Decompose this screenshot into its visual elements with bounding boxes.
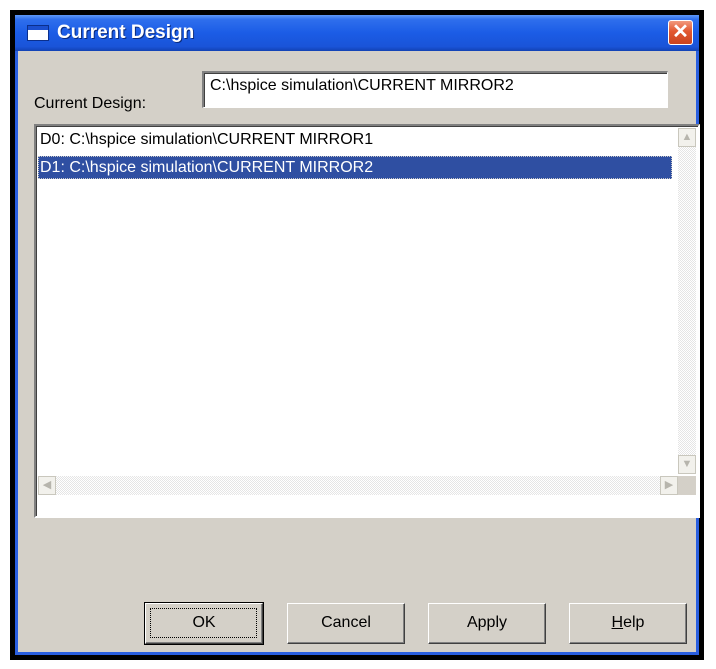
- window-frame: Current Design ✕ Current Design: C:\hspi…: [10, 10, 704, 660]
- current-design-dialog: Current Design ✕ Current Design: C:\hspi…: [15, 15, 700, 655]
- list-item-d0[interactable]: D0: C:\hspice simulation\CURRENT MIRROR1: [38, 128, 672, 151]
- title-bar[interactable]: Current Design ✕: [15, 15, 699, 51]
- focus-rect: [150, 608, 257, 638]
- help-button[interactable]: Help: [569, 603, 687, 644]
- window-title: Current Design: [57, 22, 195, 43]
- apply-label: Apply: [466, 614, 508, 631]
- close-icon: ✕: [672, 21, 689, 43]
- window-icon: [27, 25, 49, 41]
- arrow-right-icon: ▶: [664, 479, 674, 491]
- help-mnemonic: H: [611, 614, 624, 631]
- cancel-label: Cancel: [321, 614, 371, 631]
- scroll-left-button[interactable]: ◀: [38, 476, 56, 495]
- list-item-d1[interactable]: D1: C:\hspice simulation\CURRENT MIRROR2: [38, 156, 672, 179]
- current-design-label: Current Design:: [34, 95, 147, 112]
- cancel-button[interactable]: Cancel: [287, 603, 405, 644]
- arrow-down-icon: ▼: [681, 458, 693, 470]
- current-design-field[interactable]: C:\hspice simulation\CURRENT MIRROR2: [202, 71, 668, 108]
- scroll-up-button[interactable]: ▲: [678, 128, 696, 147]
- close-button[interactable]: ✕: [668, 20, 693, 45]
- scroll-down-button[interactable]: ▼: [678, 455, 696, 474]
- arrow-up-icon: ▲: [681, 131, 693, 143]
- apply-button[interactable]: Apply: [428, 603, 546, 644]
- scrollbar-corner: [678, 476, 696, 495]
- help-label: elp: [623, 614, 645, 631]
- ok-button[interactable]: OK: [144, 602, 264, 645]
- arrow-left-icon: ◀: [42, 479, 52, 491]
- horizontal-scrollbar[interactable]: ◀ ▶: [38, 476, 678, 495]
- scroll-right-button[interactable]: ▶: [660, 476, 678, 495]
- design-list[interactable]: D0: C:\hspice simulation\CURRENT MIRROR1…: [34, 124, 700, 518]
- vertical-scrollbar[interactable]: ▲ ▼: [678, 128, 696, 474]
